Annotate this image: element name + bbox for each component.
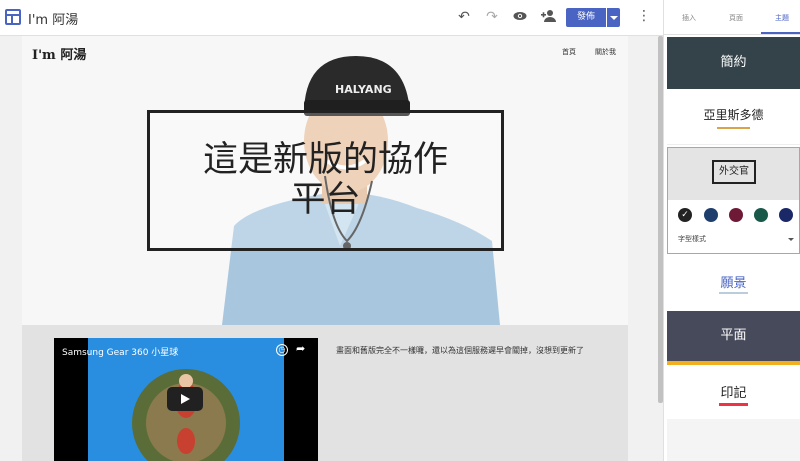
hero-title-line-1: 這是新版的協作 — [202, 140, 448, 180]
theme-aristotle-accent — [717, 127, 750, 129]
theme-aristotle[interactable]: 亞里斯多德 — [667, 90, 800, 145]
publish-options-button[interactable] — [607, 8, 620, 27]
theme-flat[interactable]: 平面 — [667, 311, 800, 361]
publish-button[interactable]: 發佈 — [566, 8, 606, 27]
preview-icon[interactable] — [512, 9, 528, 25]
color-swatch-blue[interactable] — [779, 208, 793, 222]
theme-vision-label: 願景 — [720, 276, 747, 291]
description-text[interactable]: 畫面和舊版完全不一樣囉，還以為這個服務遲早會關掉，沒想到更新了 — [336, 344, 596, 358]
font-style-dropdown[interactable]: 字型樣式 — [678, 234, 706, 244]
hero-title-box[interactable]: 這是新版的協作 平台 — [147, 110, 504, 251]
undo-icon[interactable]: ↶ — [456, 9, 472, 25]
nav-home-link[interactable]: 首頁 — [562, 47, 576, 57]
theme-stamp-label: 印記 — [720, 386, 747, 401]
tab-insert[interactable]: 插入 — [682, 13, 696, 23]
theme-vision[interactable]: 願景 — [667, 255, 800, 310]
redo-icon[interactable]: ↷ — [484, 9, 500, 25]
theme-vision-accent — [719, 292, 748, 294]
watch-later-icon[interactable]: ◷ — [276, 344, 288, 356]
video-title[interactable]: Samsung Gear 360 小星球 — [62, 345, 178, 358]
add-person-icon[interactable] — [540, 9, 556, 25]
content-section[interactable]: Samsung Gear 360 小星球 ◷ ➦ 畫面和舊版完全不一樣囉，還以為… — [22, 325, 628, 461]
theme-aristotle-label: 亞里斯多德 — [703, 108, 764, 122]
hero-section[interactable]: HALYANG I'm 阿湯 首頁 關於我 這是新版的協作 平台 — [22, 36, 628, 325]
nav-about-link[interactable]: 關於我 — [595, 47, 616, 57]
color-swatch-navy[interactable] — [704, 208, 718, 222]
hero-title-line-2: 平台 — [290, 180, 361, 220]
youtube-embed[interactable]: Samsung Gear 360 小星球 ◷ ➦ — [54, 338, 318, 461]
hero-title: 這是新版的協作 平台 — [150, 140, 501, 220]
chevron-down-icon[interactable] — [788, 238, 794, 241]
theme-stamp-accent — [719, 403, 748, 406]
color-swatch-green[interactable] — [754, 208, 768, 222]
theme-simple[interactable]: 簡約 — [667, 37, 800, 89]
share-icon[interactable]: ➦ — [296, 342, 305, 355]
tab-pages[interactable]: 頁面 — [729, 13, 743, 23]
color-swatch-black[interactable] — [678, 208, 692, 222]
top-toolbar: I'm 阿湯 ↶ ↷ 發佈 ⋮ — [0, 0, 663, 36]
tab-themes[interactable]: 主題 — [775, 13, 789, 23]
theme-diplomat-label: 外交官 — [712, 160, 756, 184]
play-button[interactable] — [167, 387, 203, 411]
sites-logo-icon — [5, 9, 21, 25]
site-logo[interactable]: I'm 阿湯 — [32, 44, 86, 63]
theme-diplomat[interactable]: 外交官 字型樣式 — [667, 147, 800, 254]
theme-next-preview[interactable] — [667, 419, 800, 461]
theme-stamp[interactable]: 印記 — [667, 366, 800, 418]
theme-diplomat-preview: 外交官 — [668, 148, 799, 200]
theme-flat-accent — [667, 361, 800, 365]
site-canvas: HALYANG I'm 阿湯 首頁 關於我 這是新版的協作 平台 Samsung… — [22, 36, 628, 461]
more-vert-icon[interactable]: ⋮ — [637, 8, 651, 24]
site-name[interactable]: I'm 阿湯 — [28, 9, 78, 28]
svg-text:HALYANG: HALYANG — [335, 83, 392, 96]
color-swatch-maroon[interactable] — [729, 208, 743, 222]
tab-divider — [664, 34, 800, 35]
